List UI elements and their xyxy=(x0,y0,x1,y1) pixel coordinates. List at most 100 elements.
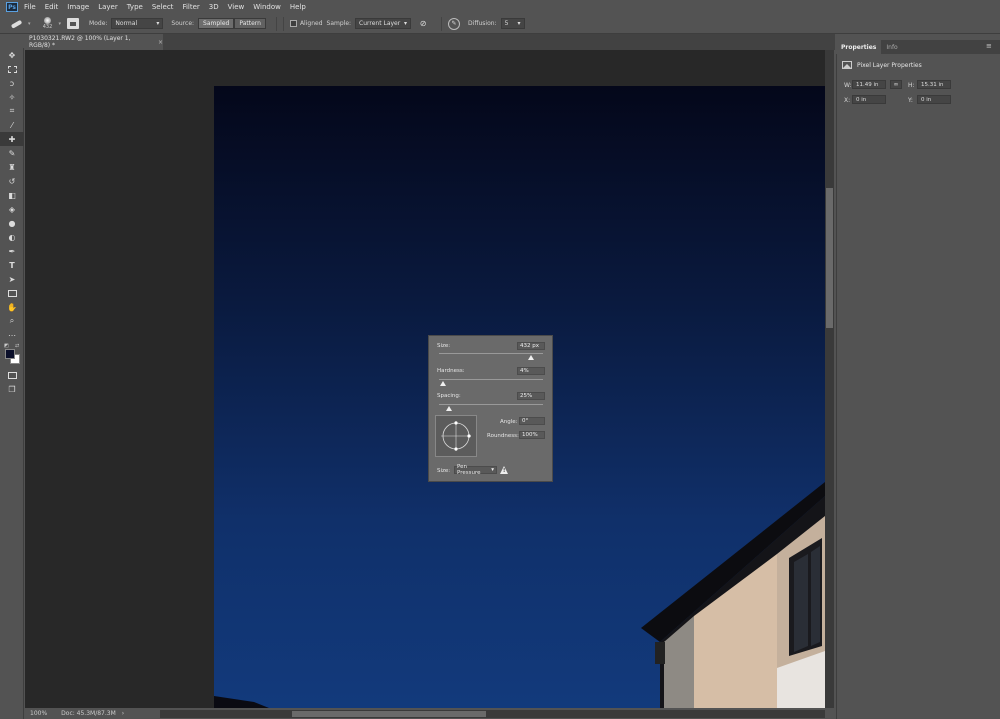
type-tool-icon[interactable]: T xyxy=(0,258,24,272)
spacing-field[interactable]: 25% xyxy=(517,392,545,400)
menu-help[interactable]: Help xyxy=(290,3,306,11)
source-pattern-button[interactable]: Pattern xyxy=(234,18,266,29)
chevron-down-icon: ▾ xyxy=(491,467,494,473)
blur-tool-icon[interactable]: ● xyxy=(0,216,24,230)
horizontal-scrollbar[interactable] xyxy=(160,710,825,718)
size-slider-track[interactable] xyxy=(439,353,543,354)
tab-properties[interactable]: Properties xyxy=(836,40,882,54)
healing-brush-tool-preset-icon[interactable] xyxy=(6,16,28,32)
foreground-color-swatch[interactable] xyxy=(5,349,15,359)
chevron-down-icon[interactable]: ▾ xyxy=(59,21,62,27)
menu-3d[interactable]: 3D xyxy=(209,3,219,11)
hand-tool-icon[interactable]: ✋ xyxy=(0,300,24,314)
menu-type[interactable]: Type xyxy=(127,3,143,11)
marquee-tool-icon[interactable] xyxy=(0,62,24,76)
chevron-down-icon[interactable]: ▾ xyxy=(28,21,31,27)
screen-mode-icon[interactable]: ❐ xyxy=(0,382,24,396)
color-swatches: ◩ ⇄ xyxy=(0,342,24,368)
size-dynamics-select[interactable]: Pen Pressure ▾ xyxy=(454,464,497,476)
panel-menu-icon[interactable]: ≡ xyxy=(986,42,996,52)
mode-value: Normal xyxy=(115,20,138,27)
crop-tool-icon[interactable]: ⌗ xyxy=(0,104,24,118)
zoom-level[interactable]: 100% xyxy=(30,710,47,717)
document-tab[interactable]: P1030321.RW2 @ 100% (Layer 1, RGB/8) * × xyxy=(25,34,163,50)
spacing-slider-handle[interactable] xyxy=(446,406,453,411)
document-tab-title: P1030321.RW2 @ 100% (Layer 1, RGB/8) * xyxy=(29,35,131,49)
aligned-label: Aligned xyxy=(299,20,323,27)
vertical-scrollbar[interactable] xyxy=(825,50,834,708)
brush-settings-panel-icon[interactable] xyxy=(67,18,80,29)
divider xyxy=(275,16,277,31)
diffusion-select[interactable]: 5 ▾ xyxy=(500,18,525,29)
pixel-layer-icon xyxy=(842,61,852,69)
size-field[interactable]: 432 px xyxy=(517,342,545,350)
hardness-slider-handle[interactable] xyxy=(440,381,447,386)
menu-image[interactable]: Image xyxy=(67,3,89,11)
photoshop-logo: Ps xyxy=(6,2,18,12)
hardness-field[interactable]: 4% xyxy=(517,367,545,375)
menu-view[interactable]: View xyxy=(228,3,245,11)
diffusion-value: 5 xyxy=(504,20,509,27)
brush-tip-shape-preview[interactable] xyxy=(435,415,477,457)
eraser-tool-icon[interactable]: ◧ xyxy=(0,188,24,202)
sample-select[interactable]: Current Layer ▾ xyxy=(355,18,412,29)
size-dynamics-label: Size: xyxy=(437,468,451,474)
menu-window[interactable]: Window xyxy=(253,3,281,11)
aligned-checkbox[interactable] xyxy=(289,20,297,27)
pen-tool-icon[interactable]: ✒ xyxy=(0,244,24,258)
divider xyxy=(441,16,443,31)
horizontal-scrollbar-thumb[interactable] xyxy=(292,711,486,717)
pressure-size-icon[interactable]: ✎ xyxy=(448,17,461,30)
move-tool-icon[interactable]: ✥ xyxy=(0,48,24,62)
height-field[interactable]: 15.31 in xyxy=(917,80,951,89)
brush-settings-popup: Size: 432 px Hardness: 4% Spacing: 25% A… xyxy=(428,335,553,482)
mode-select[interactable]: Normal ▾ xyxy=(111,18,164,29)
roundness-field[interactable]: 100% xyxy=(519,431,545,439)
history-brush-tool-icon[interactable]: ↺ xyxy=(0,174,24,188)
hardness-slider-track[interactable] xyxy=(439,379,543,380)
roundness-label: Roundness: xyxy=(487,433,519,439)
eyedropper-tool-icon[interactable]: ⁄ xyxy=(0,118,24,132)
source-label: Source: xyxy=(171,20,195,27)
rectangle-tool-icon[interactable] xyxy=(0,286,24,300)
pixel-layer-header: Pixel Layer Properties xyxy=(842,59,992,71)
width-field[interactable]: 11.49 in xyxy=(852,80,886,89)
close-icon[interactable]: × xyxy=(158,39,163,46)
brush-tool-icon[interactable]: ✎ xyxy=(0,146,24,160)
menu-edit[interactable]: Edit xyxy=(45,3,59,11)
path-selection-tool-icon[interactable]: ➤ xyxy=(0,272,24,286)
properties-panel-tabs: Properties Info xyxy=(836,40,1000,54)
quick-selection-tool-icon[interactable]: ✧ xyxy=(0,90,24,104)
swap-colors-icon[interactable]: ⇄ xyxy=(15,343,19,349)
ignore-adjustment-layers-icon[interactable]: ⊘ xyxy=(417,18,429,29)
menu-select[interactable]: Select xyxy=(152,3,174,11)
angle-roundness-control-icon xyxy=(441,421,471,451)
link-proportions-icon[interactable]: ∞ xyxy=(890,80,902,89)
menu-file[interactable]: File xyxy=(24,3,36,11)
zoom-tool-icon[interactable]: ⌕ xyxy=(0,314,24,328)
angle-field[interactable]: 0° xyxy=(519,417,545,425)
tab-info[interactable]: Info xyxy=(881,40,902,54)
y-field[interactable]: 0 in xyxy=(917,95,951,104)
width-label: W: xyxy=(844,82,852,89)
lasso-tool-icon[interactable]: ↄ xyxy=(0,76,24,90)
height-label: H: xyxy=(908,82,915,89)
status-menu-arrow-icon[interactable]: › xyxy=(122,710,124,717)
paint-bucket-tool-icon[interactable]: ◈ xyxy=(0,202,24,216)
menu-filter[interactable]: Filter xyxy=(182,3,199,11)
healing-brush-tool-icon[interactable]: ✚ xyxy=(0,132,24,146)
dodge-tool-icon[interactable]: ◐ xyxy=(0,230,24,244)
source-sampled-button[interactable]: Sampled xyxy=(198,18,235,29)
x-field[interactable]: 0 in xyxy=(852,95,886,104)
size-dynamics-value: Pen Pressure xyxy=(457,464,481,476)
spacing-slider-track[interactable] xyxy=(439,404,543,405)
more-tools-icon[interactable]: ⋯ xyxy=(0,328,24,342)
menu-layer[interactable]: Layer xyxy=(98,3,118,11)
vertical-scrollbar-thumb[interactable] xyxy=(826,188,833,328)
quick-mask-icon[interactable] xyxy=(0,368,24,382)
size-slider-handle[interactable] xyxy=(527,355,534,360)
brush-size-picker[interactable]: 432 xyxy=(37,15,59,33)
size-label: Size: xyxy=(437,343,451,349)
clone-stamp-tool-icon[interactable]: ♜ xyxy=(0,160,24,174)
hardness-label: Hardness: xyxy=(437,368,465,374)
